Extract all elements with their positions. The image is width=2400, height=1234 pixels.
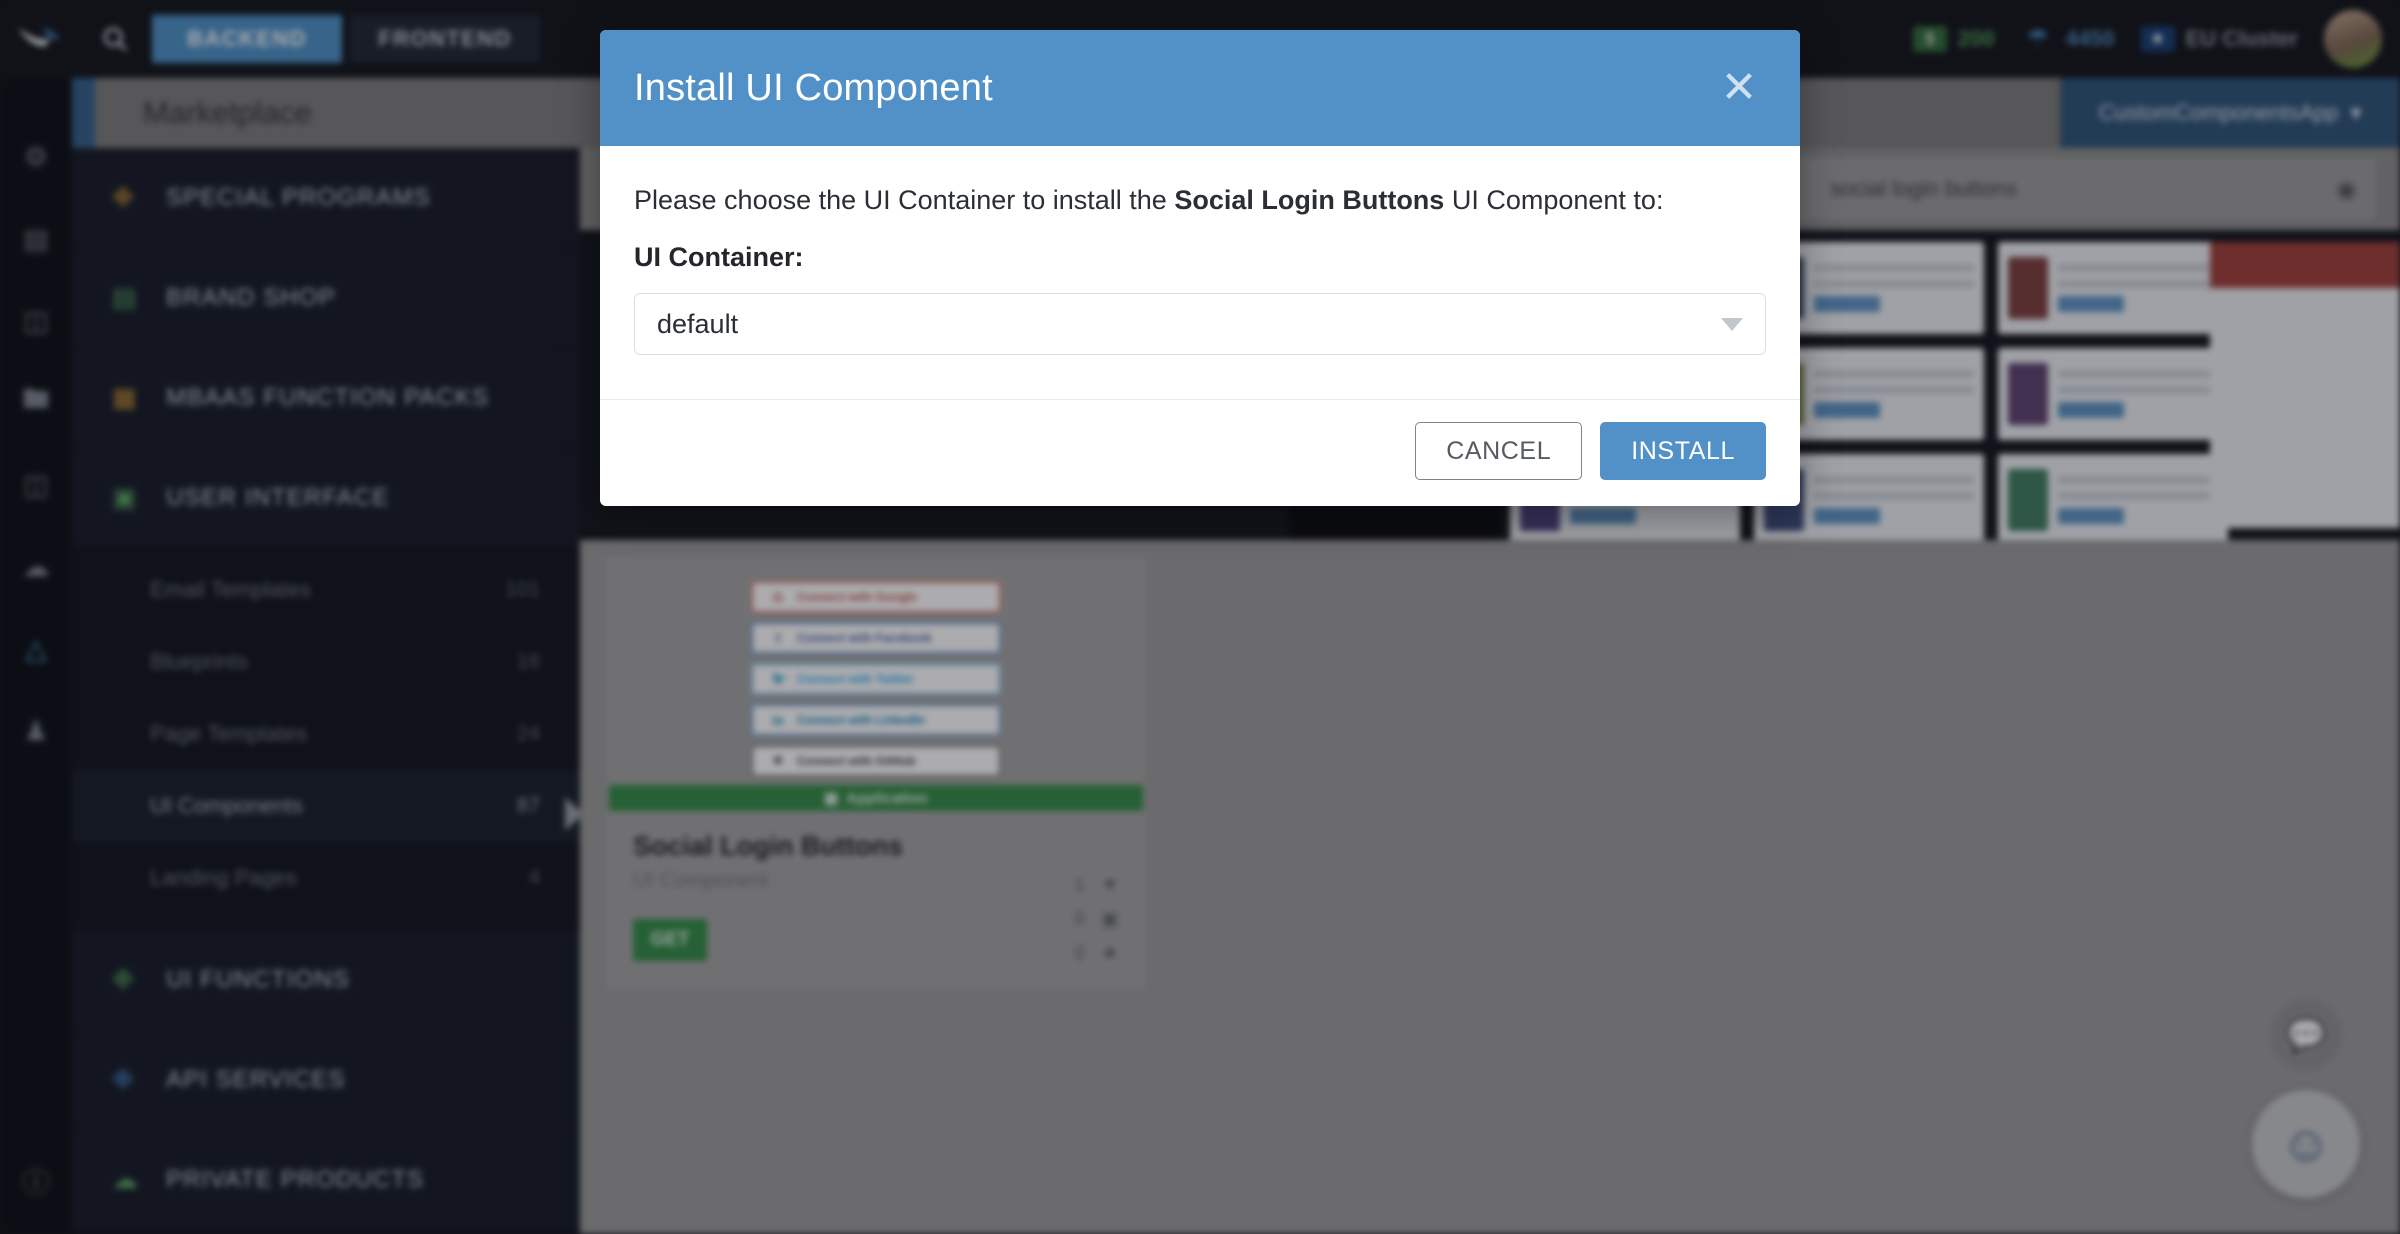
dialog-header: Install UI Component ✕ — [600, 30, 1800, 146]
dialog-description-bold: Social Login Buttons — [1174, 185, 1445, 215]
cancel-button-label: CANCEL — [1446, 436, 1552, 465]
dialog-body: Please choose the UI Container to instal… — [600, 146, 1800, 399]
close-icon[interactable]: ✕ — [1716, 66, 1762, 110]
ui-container-label: UI Container: — [634, 242, 804, 273]
app-root: BACKEND FRONTEND $ 200 ☂ 4450 ★ EU Clust… — [0, 0, 2400, 1234]
dialog-description-before: Please choose the UI Container to instal… — [634, 185, 1175, 215]
ui-container-select[interactable]: default — [634, 293, 1766, 356]
chevron-down-icon — [1721, 317, 1743, 331]
dialog-title: Install UI Component — [634, 66, 993, 109]
dialog-description-after: UI Component to: — [1444, 185, 1664, 215]
install-button[interactable]: INSTALL — [1600, 422, 1766, 481]
dialog-description: Please choose the UI Container to instal… — [634, 182, 1766, 218]
install-ui-component-dialog: Install UI Component ✕ Please choose the… — [600, 30, 1800, 507]
ui-container-select-value: default — [657, 308, 739, 339]
install-button-label: INSTALL — [1631, 436, 1735, 465]
dialog-footer: CANCEL INSTALL — [600, 399, 1800, 506]
cancel-button[interactable]: CANCEL — [1415, 422, 1583, 481]
